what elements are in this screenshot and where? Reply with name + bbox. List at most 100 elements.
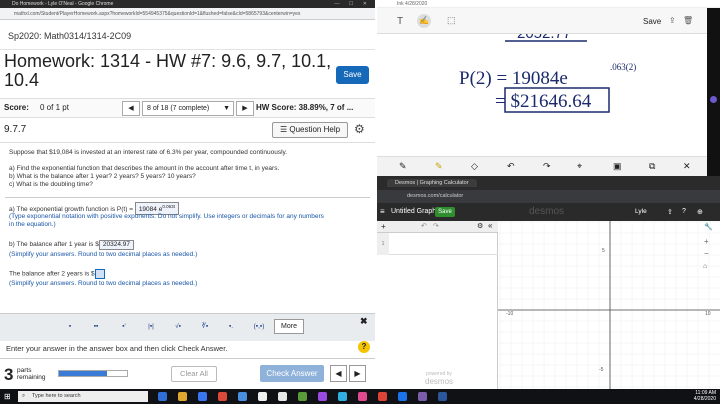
hamburger-icon[interactable]: ≡ bbox=[380, 207, 385, 216]
lasso-icon[interactable]: ⌖ bbox=[577, 161, 582, 172]
progress-fill bbox=[59, 371, 107, 376]
pen-black-icon[interactable]: ✎ bbox=[399, 161, 407, 172]
palette-mixed-number-button[interactable]: ▪▪ bbox=[87, 319, 105, 334]
redo-icon[interactable]: ↷ bbox=[433, 222, 439, 230]
wrench-icon[interactable]: 🔧 bbox=[704, 223, 713, 231]
select-tool-icon[interactable]: ⬚ bbox=[447, 15, 456, 26]
task-view-icon[interactable] bbox=[158, 392, 167, 401]
file-explorer-icon[interactable] bbox=[178, 392, 187, 401]
system-clock[interactable]: 11:09 AM 4/28/2020 bbox=[670, 390, 716, 402]
desmos-address-bar[interactable]: desmos.com/calculator bbox=[377, 190, 720, 203]
question-intro: Suppose that $19,084 is invested at an i… bbox=[9, 149, 288, 156]
answer-b-hint: (Simplify your answers. Round to two dec… bbox=[9, 251, 198, 258]
undo-icon[interactable]: ↶ bbox=[507, 161, 515, 172]
help-icon[interactable]: ? bbox=[358, 341, 370, 353]
mail-icon[interactable] bbox=[238, 392, 247, 401]
redo-icon[interactable]: ↷ bbox=[543, 161, 551, 172]
palette-abs-button[interactable]: |▪| bbox=[142, 319, 160, 334]
trash-icon[interactable]: 🗑 bbox=[683, 16, 693, 25]
prev-arrow-button[interactable]: ◀ bbox=[330, 365, 347, 382]
homework-title: Homework: 1314 - HW #7: 9.6, 9.7, 10.1, … bbox=[4, 51, 332, 90]
pen-tool-icon[interactable]: ✍ bbox=[417, 14, 431, 28]
word-icon[interactable] bbox=[438, 392, 447, 401]
app-icon[interactable] bbox=[338, 392, 347, 401]
palette-ordered-pair-button[interactable]: (▪,▪) bbox=[248, 319, 270, 334]
next-arrow-button[interactable]: ▶ bbox=[349, 365, 366, 382]
globe-icon[interactable]: ⊕ bbox=[697, 208, 703, 216]
zoom-out-icon[interactable]: − bbox=[704, 249, 709, 258]
y-tick-label-bottom: -5 bbox=[599, 367, 604, 373]
y-tick-label-top: 5 bbox=[602, 248, 605, 254]
gear-icon[interactable]: ⚙ bbox=[354, 122, 365, 136]
expression-panel: + ↶ ↷ ⚙ « 1 powered by desmos bbox=[377, 221, 498, 389]
edge-icon[interactable] bbox=[198, 392, 207, 401]
add-expression-icon[interactable]: + bbox=[381, 222, 386, 231]
zoom-in-icon[interactable]: + bbox=[704, 237, 709, 246]
desmos-tab[interactable]: Desmos | Graphing Calculator bbox=[387, 179, 477, 187]
taskbar-search[interactable]: ⌕ Type here to search bbox=[18, 391, 148, 402]
undo-icon[interactable]: ↶ bbox=[421, 222, 427, 230]
palette-more-button[interactable]: More bbox=[274, 319, 304, 334]
score-label: Score: bbox=[4, 103, 29, 112]
clear-all-button[interactable]: Clear All bbox=[171, 366, 217, 382]
highlighter-icon[interactable]: ✎ bbox=[435, 161, 443, 172]
palette-decimal-button[interactable]: ▪. bbox=[222, 319, 240, 334]
check-answer-button[interactable]: Check Answer bbox=[260, 365, 324, 382]
close-icon[interactable]: ✕ bbox=[683, 161, 691, 172]
app-icon[interactable] bbox=[398, 392, 407, 401]
windows-start-icon[interactable]: ⊞ bbox=[4, 392, 13, 401]
text-tool-icon[interactable]: T bbox=[397, 16, 403, 27]
image-icon[interactable]: ▣ bbox=[613, 161, 622, 172]
desmos-save-button[interactable]: Save bbox=[435, 207, 455, 217]
app-icon[interactable] bbox=[278, 392, 287, 401]
handwritten-equation-left: P(2) = 19084e bbox=[459, 68, 568, 89]
chrome-icon[interactable] bbox=[378, 392, 387, 401]
app-icon[interactable] bbox=[358, 392, 367, 401]
palette-sqrt-button[interactable]: √▪ bbox=[169, 319, 187, 334]
collapse-icon[interactable]: « bbox=[488, 221, 492, 230]
score-value: 0 of 1 pt bbox=[40, 103, 69, 112]
eraser-icon[interactable]: ◇ bbox=[471, 161, 478, 172]
expression-row[interactable]: 1 bbox=[377, 233, 498, 255]
window-controls[interactable]: — ☐ ✕ bbox=[335, 0, 371, 8]
desmos-tab-bar: Desmos | Graphing Calculator bbox=[377, 176, 720, 190]
app-icon[interactable] bbox=[318, 392, 327, 401]
close-icon[interactable]: ✖ bbox=[360, 316, 368, 327]
next-question-button[interactable]: ▶ bbox=[236, 101, 254, 116]
graph-area[interactable]: 5 -5 -10 10 🔧 + − ⌂ bbox=[498, 221, 720, 389]
taskbar-search-placeholder: Type here to search bbox=[32, 393, 81, 399]
onenote-icon[interactable] bbox=[418, 392, 427, 401]
answer-b-field[interactable]: 20324.97 bbox=[98, 240, 134, 250]
copy-icon[interactable]: ⧉ bbox=[649, 161, 655, 172]
course-name: Sp2020: Math0314/1314-2C09 bbox=[8, 31, 132, 41]
gear-icon[interactable]: ⚙ bbox=[477, 222, 483, 230]
question-help-label: Question Help bbox=[289, 125, 341, 134]
question-help-button[interactable]: ☰ Question Help bbox=[272, 122, 348, 138]
x-tick-label-right: 10 bbox=[705, 311, 711, 317]
address-bar[interactable]: mathxl.com/Student/PlayerHomework.aspx?h… bbox=[0, 8, 375, 20]
course-header: Sp2020: Math0314/1314-2C09 bbox=[0, 20, 375, 50]
whiteboard-side-strip bbox=[707, 8, 720, 176]
color-dot-icon[interactable] bbox=[710, 96, 717, 103]
handwriting-svg: 2052.77 P(2) = 19084e .063(2) = $21646.6… bbox=[459, 25, 636, 113]
answer-a-hint2: in the equation.) bbox=[9, 221, 56, 228]
graph-title[interactable]: Untitled Graph bbox=[391, 208, 436, 215]
whiteboard-canvas[interactable]: 2052.77 P(2) = 19084e .063(2) = $21646.6… bbox=[377, 25, 707, 156]
help-icon[interactable]: ? bbox=[682, 208, 686, 215]
store-icon[interactable] bbox=[218, 392, 227, 401]
app-icon[interactable] bbox=[258, 392, 267, 401]
palette-nthroot-button[interactable]: ∛▪ bbox=[196, 319, 214, 334]
app-icon[interactable] bbox=[298, 392, 307, 401]
question-select[interactable]: 8 of 18 (7 complete) ▼ bbox=[142, 101, 234, 116]
whiteboard-save-button[interactable]: Save bbox=[643, 17, 661, 26]
previous-question-button[interactable]: ◀ bbox=[122, 101, 140, 116]
share-icon[interactable]: ⇪ bbox=[667, 208, 673, 216]
desmos-user[interactable]: Lyle bbox=[635, 208, 647, 215]
palette-fraction-button[interactable]: ▪ bbox=[61, 319, 79, 334]
share-icon[interactable]: ⇪ bbox=[669, 16, 676, 25]
save-button[interactable]: Save bbox=[336, 66, 369, 84]
answer-b2-field[interactable] bbox=[94, 269, 105, 279]
palette-exponent-button[interactable]: ▪' bbox=[115, 319, 133, 334]
home-icon[interactable]: ⌂ bbox=[703, 263, 707, 270]
clock-date: 4/28/2020 bbox=[693, 396, 716, 402]
